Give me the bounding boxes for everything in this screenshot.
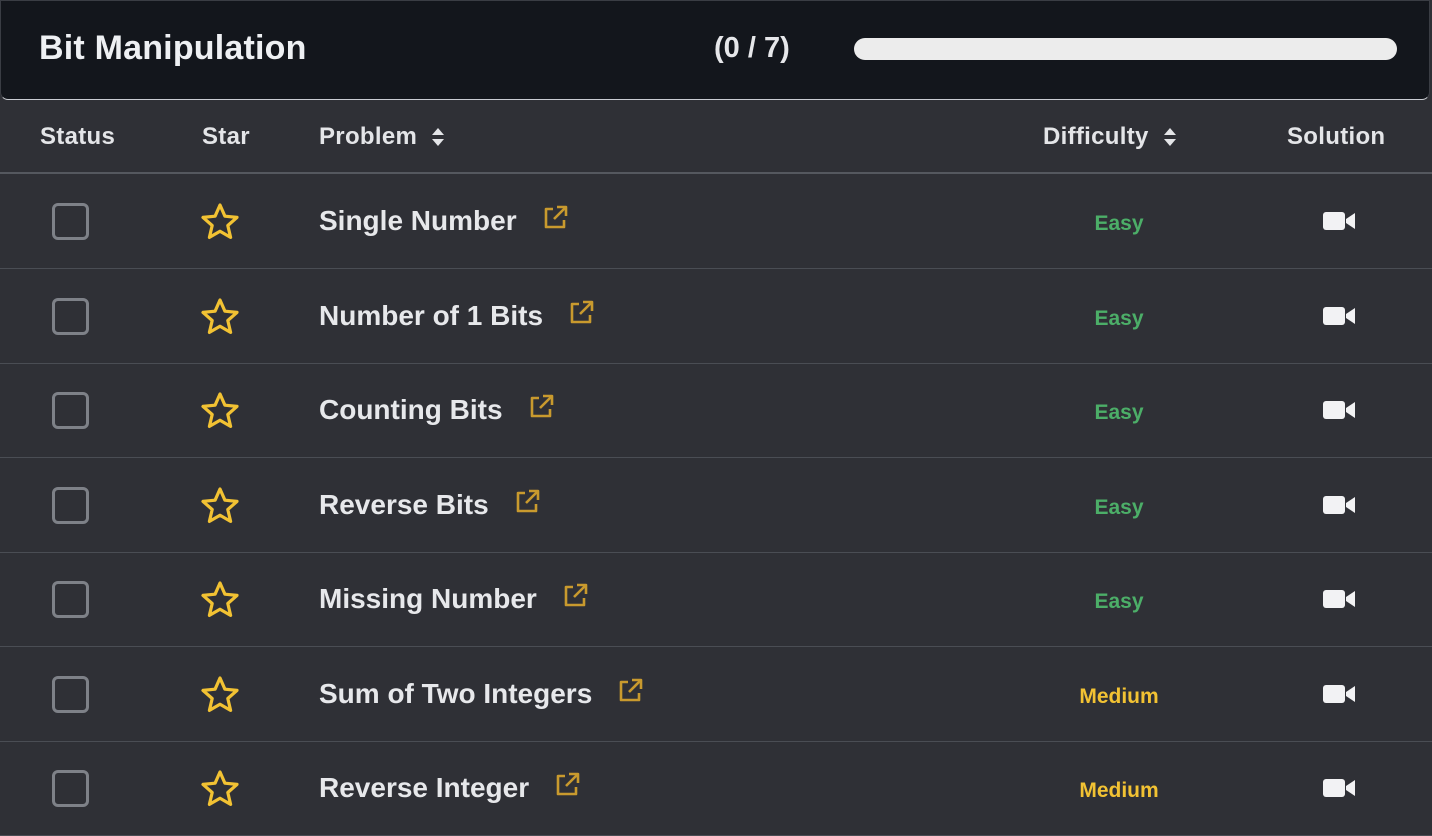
difficulty-badge: Easy xyxy=(1094,590,1144,613)
video-camera-icon[interactable] xyxy=(1322,776,1356,800)
problem-link[interactable]: Reverse Integer xyxy=(319,772,581,804)
external-link-icon[interactable] xyxy=(561,582,589,610)
table-row: Sum of Two Integers Medium xyxy=(0,648,1432,742)
table-row: Reverse Integer Medium xyxy=(0,742,1432,836)
column-star-label: Star xyxy=(202,123,250,150)
star-icon[interactable] xyxy=(199,390,241,432)
table-row: Reverse Bits Easy xyxy=(0,459,1432,553)
status-checkbox[interactable] xyxy=(52,486,89,524)
difficulty-badge: Medium xyxy=(1079,684,1159,708)
difficulty-badge: Easy xyxy=(1094,495,1144,519)
section-title: Bit Manipulation xyxy=(39,29,307,67)
problem-link[interactable]: Number of 1 Bits xyxy=(319,300,595,332)
sort-icon xyxy=(432,128,445,146)
progress-count: (0 / 7) xyxy=(714,32,790,64)
problem-link[interactable]: Reverse Bits xyxy=(319,489,541,521)
video-camera-icon[interactable] xyxy=(1322,209,1356,233)
table-row: Single Number Easy xyxy=(0,175,1432,269)
status-checkbox[interactable] xyxy=(52,770,89,807)
sort-icon xyxy=(1163,128,1176,146)
column-problem-sort[interactable]: Problem xyxy=(319,123,445,151)
column-status: Status xyxy=(40,123,115,151)
star-icon[interactable] xyxy=(199,674,241,716)
difficulty-badge: Easy xyxy=(1094,306,1144,330)
status-checkbox[interactable] xyxy=(52,297,89,335)
problem-link[interactable]: Single Number xyxy=(319,205,569,237)
external-link-icon[interactable] xyxy=(567,299,595,327)
problem-title: Sum of Two Integers xyxy=(319,677,593,709)
column-problem-label: Problem xyxy=(319,123,418,150)
column-solution-label: Solution xyxy=(1287,123,1386,150)
video-camera-icon[interactable] xyxy=(1322,398,1356,422)
status-checkbox[interactable] xyxy=(52,203,89,240)
section-header[interactable]: Bit Manipulation (0 / 7) xyxy=(0,0,1430,100)
problem-title: Reverse Bits xyxy=(319,488,489,520)
external-link-icon[interactable] xyxy=(616,677,644,705)
difficulty-badge: Easy xyxy=(1094,212,1144,235)
external-link-icon[interactable] xyxy=(527,393,555,421)
problem-link[interactable]: Sum of Two Integers xyxy=(319,678,644,710)
difficulty-badge: Easy xyxy=(1094,401,1144,424)
status-checkbox[interactable] xyxy=(52,581,89,618)
status-checkbox[interactable] xyxy=(52,392,89,429)
column-status-label: Status xyxy=(40,123,116,150)
column-star: Star xyxy=(202,123,250,151)
difficulty-badge: Medium xyxy=(1079,779,1159,802)
column-difficulty-label: Difficulty xyxy=(1043,123,1149,150)
status-checkbox[interactable] xyxy=(52,675,89,713)
table-header: Status Star Problem Difficulty Solution xyxy=(0,101,1432,174)
table-row: Number of 1 Bits Easy xyxy=(0,270,1432,364)
problem-title: Number of 1 Bits xyxy=(319,299,544,331)
star-icon[interactable] xyxy=(199,201,241,243)
external-link-icon[interactable] xyxy=(553,771,581,799)
video-camera-icon[interactable] xyxy=(1322,587,1356,611)
progress-bar xyxy=(854,38,1397,60)
video-camera-icon[interactable] xyxy=(1322,493,1356,517)
star-icon[interactable] xyxy=(199,485,241,527)
star-icon[interactable] xyxy=(199,296,241,338)
problem-title: Single Number xyxy=(319,205,517,236)
problem-title: Counting Bits xyxy=(319,394,503,425)
problem-title: Reverse Integer xyxy=(319,772,530,803)
problem-link[interactable]: Missing Number xyxy=(319,583,589,615)
star-icon[interactable] xyxy=(199,768,241,810)
table-row: Missing Number Easy xyxy=(0,553,1432,647)
problem-link[interactable]: Counting Bits xyxy=(319,394,555,426)
external-link-icon[interactable] xyxy=(541,204,569,232)
video-camera-icon[interactable] xyxy=(1322,304,1356,328)
column-difficulty-sort[interactable]: Difficulty xyxy=(1043,123,1177,151)
column-solution: Solution xyxy=(1287,123,1385,151)
video-camera-icon[interactable] xyxy=(1322,682,1356,706)
external-link-icon[interactable] xyxy=(513,488,541,516)
table-row: Counting Bits Easy xyxy=(0,364,1432,458)
problem-title: Missing Number xyxy=(319,583,537,614)
star-icon[interactable] xyxy=(199,579,241,621)
